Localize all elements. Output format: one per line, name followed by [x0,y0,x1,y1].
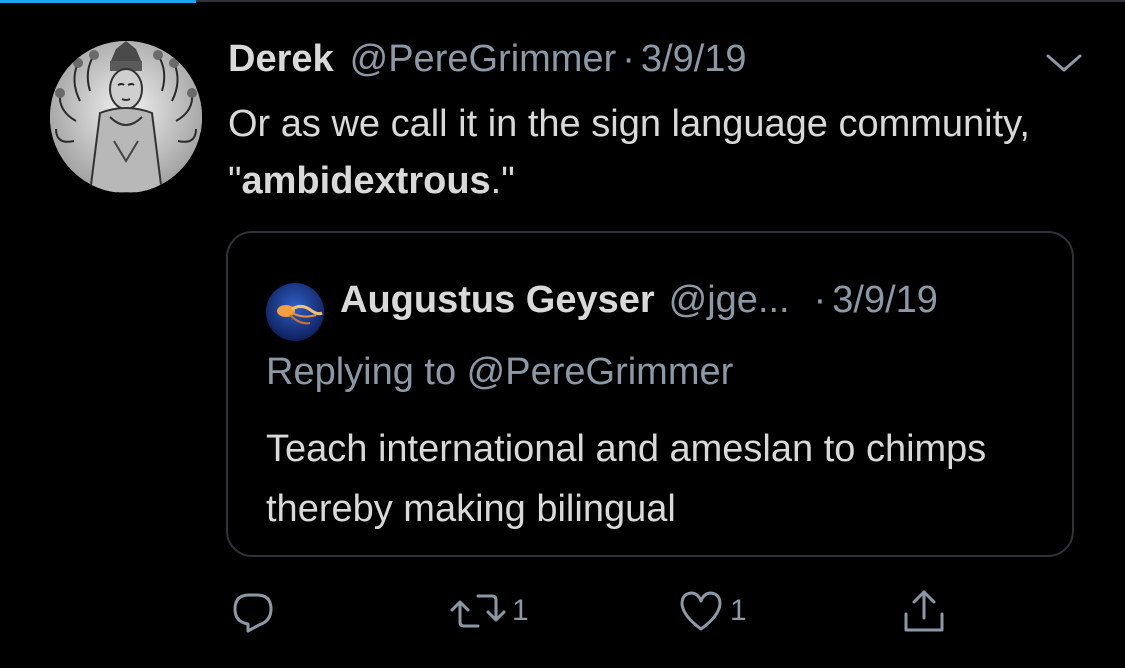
quoted-avatar[interactable] [266,283,324,341]
reply-icon [233,593,273,633]
tweet-actions: 1 1 [0,586,1125,636]
like-count: 1 [730,594,747,627]
top-tab-indicator [0,0,196,3]
quoted-tweet-card[interactable]: Augustus Geyser @jge... · 3/9/19 Replyin… [226,231,1074,557]
retweet-icon [450,594,506,628]
retweet-button[interactable]: 1 [448,586,529,636]
top-divider [196,0,1125,2]
author-name[interactable]: Derek [228,38,334,81]
retweet-count: 1 [512,594,529,627]
tweet-text-end: ." [490,160,515,202]
heart-icon [680,591,722,631]
jellyfish-avatar-image [266,283,324,341]
quoted-header: Augustus Geyser @jge... · 3/9/19 [340,279,938,323]
like-button[interactable]: 1 [676,586,747,636]
quoted-reply-context: Replying to @PereGrimmer [266,351,734,393]
quoted-author-handle[interactable]: @jge... [669,279,790,322]
quoted-date[interactable]: 3/9/19 [832,279,938,322]
reply-button[interactable] [228,586,278,636]
quoted-author-name[interactable]: Augustus Geyser [340,279,655,322]
avatar-image [50,41,202,193]
meta-separator: · [622,38,635,80]
quoted-meta-separator: · [813,279,827,321]
share-button[interactable] [898,586,950,636]
author-handle[interactable]: @PereGrimmer [350,38,617,81]
tweet-date[interactable]: 3/9/19 [641,38,747,81]
chevron-down-icon[interactable] [1044,50,1084,76]
quoted-tweet-text: Teach international and ameslan to chimp… [266,428,987,530]
tweet-header: Derek @PereGrimmer · 3/9/19 [228,38,747,82]
avatar[interactable] [50,41,202,193]
share-icon [904,590,944,632]
tweet-text-bold: ambidextrous [241,160,491,202]
tweet-text: Or as we call it in the sign language co… [228,96,1088,210]
